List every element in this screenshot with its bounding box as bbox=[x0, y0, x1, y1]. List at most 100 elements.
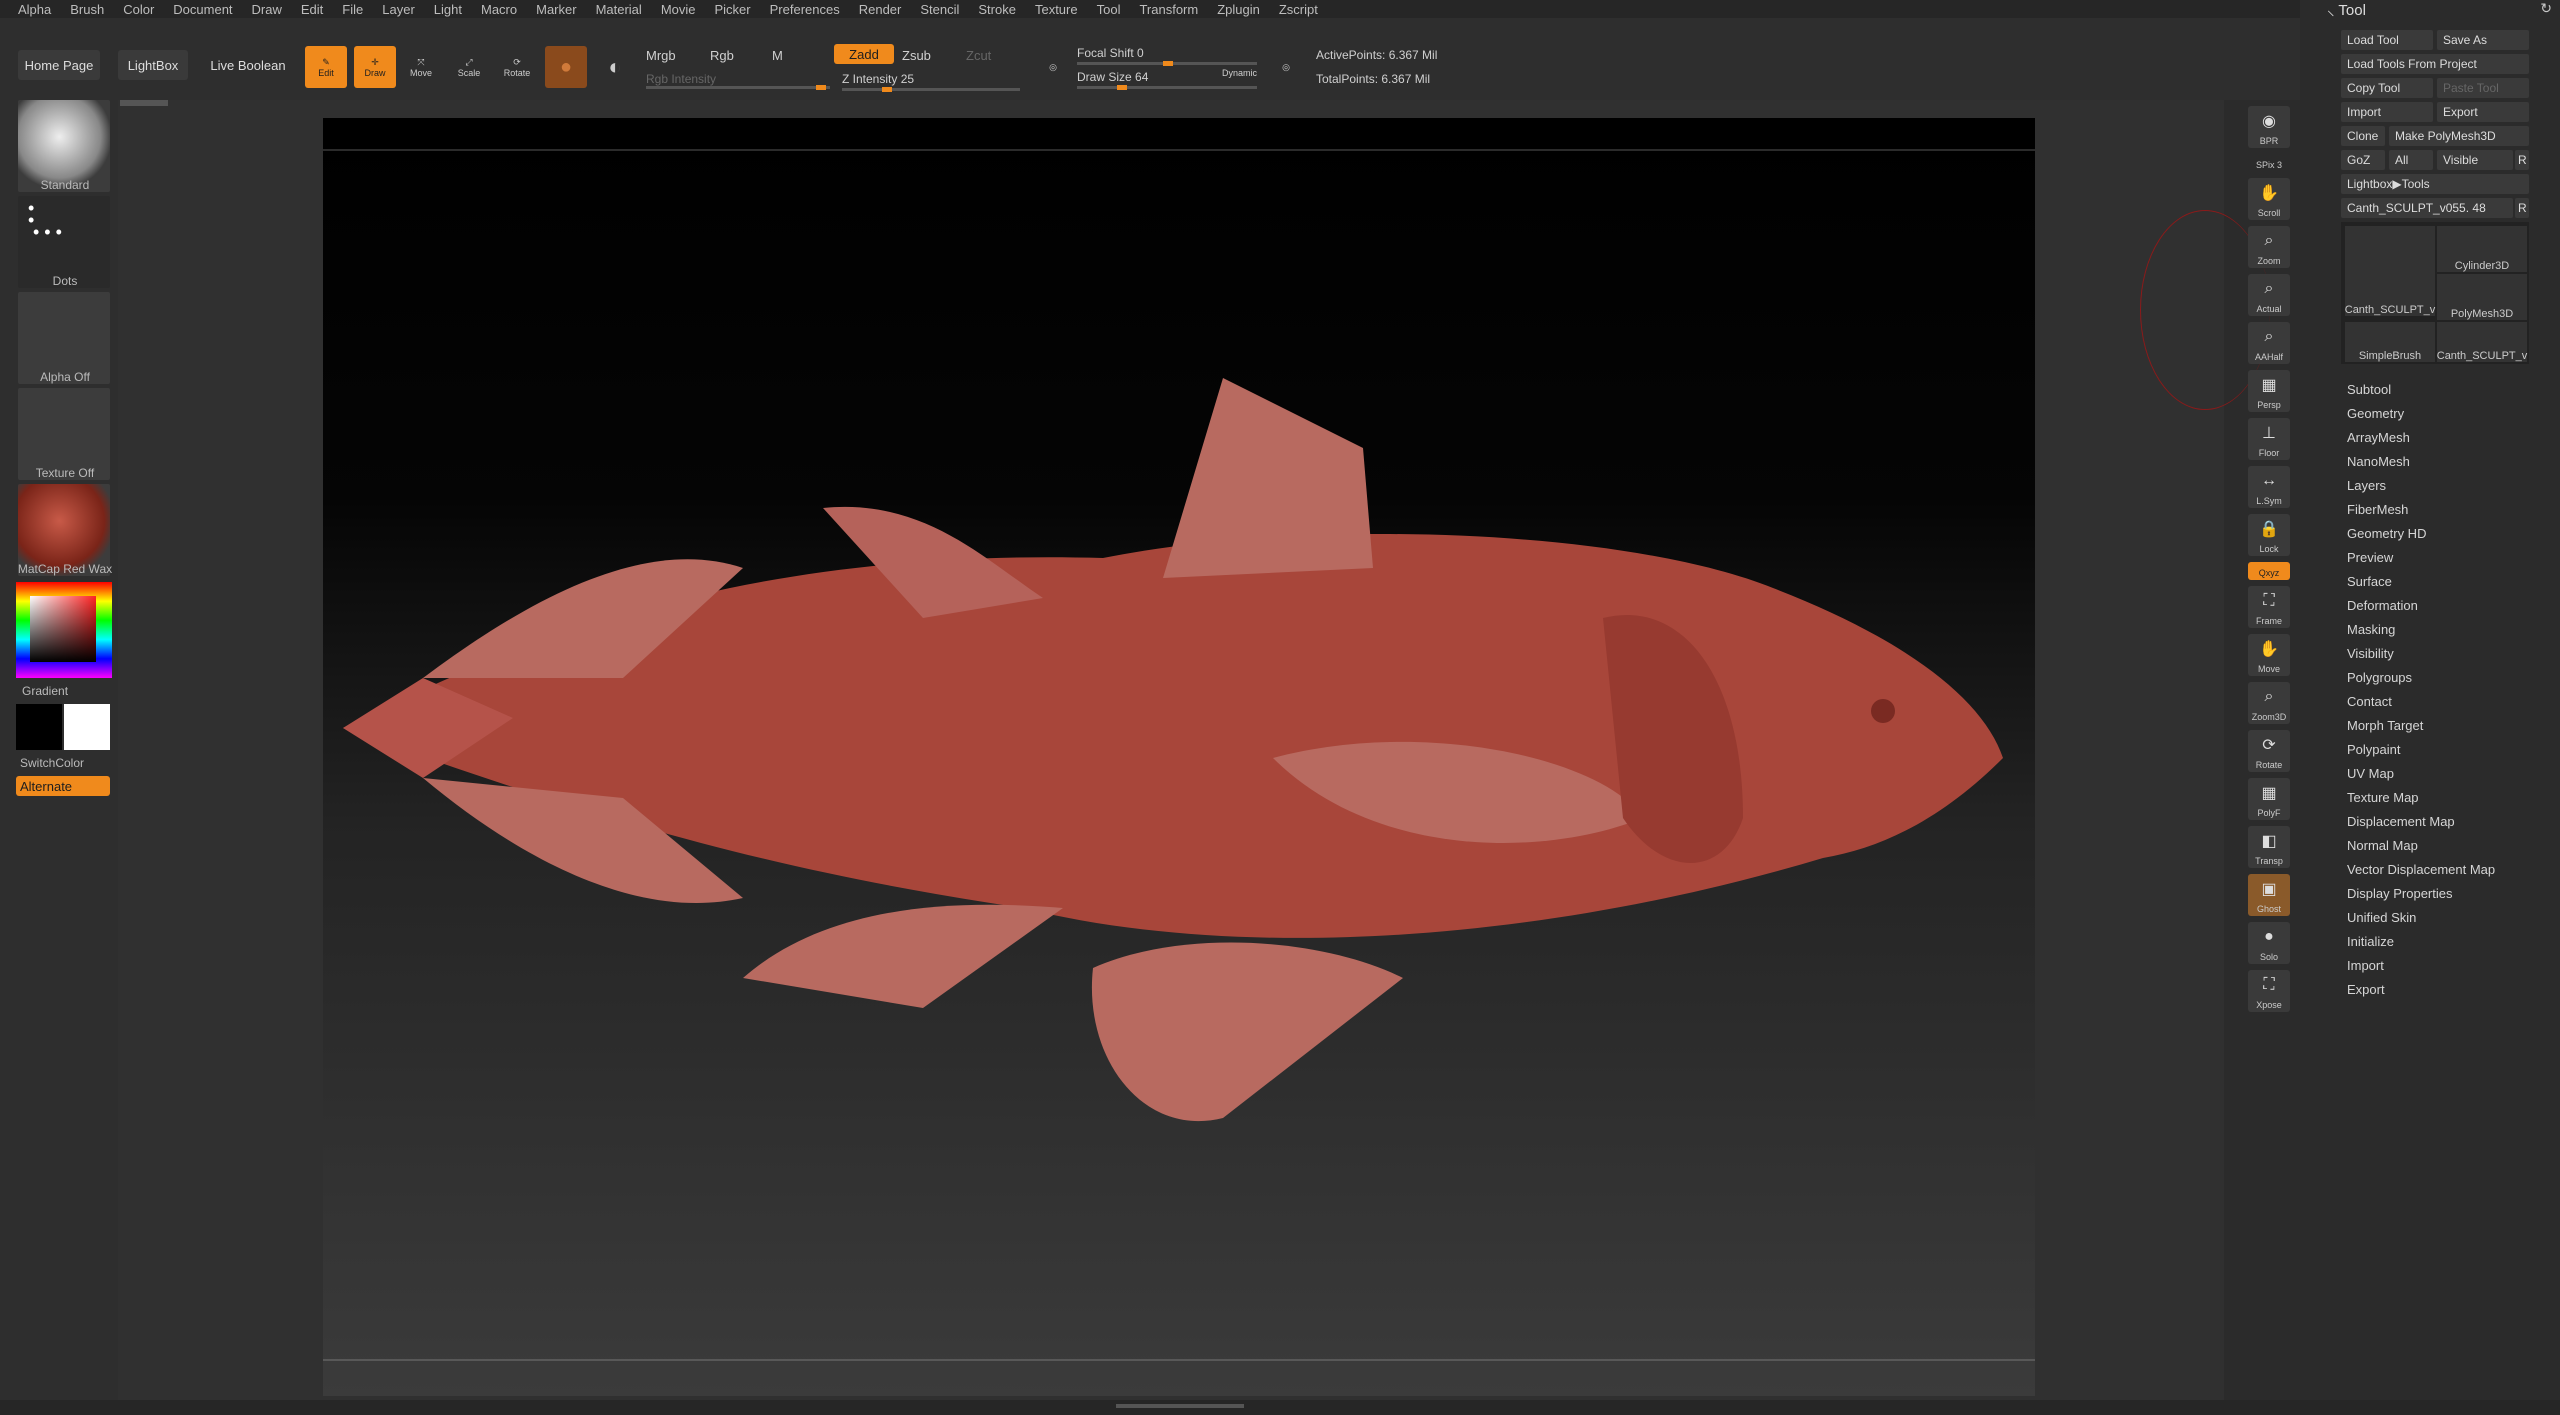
load-tool-button[interactable]: Load Tool bbox=[2341, 30, 2433, 50]
z-intensity-track[interactable] bbox=[842, 87, 1020, 92]
actual-button[interactable]: ⌕ Actual bbox=[2248, 274, 2290, 316]
tool-section-displacement-map[interactable]: Displacement Map bbox=[2347, 814, 2455, 829]
ghost-button[interactable]: ▣ Ghost bbox=[2248, 874, 2290, 916]
zoom3d-button[interactable]: ⌕ Zoom3D bbox=[2248, 682, 2290, 724]
tool-section-unified-skin[interactable]: Unified Skin bbox=[2347, 910, 2416, 925]
lightbox-tools-button[interactable]: Lightbox▶Tools bbox=[2341, 174, 2529, 194]
menu-item-material[interactable]: Material bbox=[596, 2, 642, 17]
tool-section-polypaint[interactable]: Polypaint bbox=[2347, 742, 2400, 757]
menu-item-document[interactable]: Document bbox=[173, 2, 232, 17]
zsub-button[interactable]: Zsub bbox=[902, 48, 931, 63]
tool-section-morph-target[interactable]: Morph Target bbox=[2347, 718, 2423, 733]
frame-button[interactable]: ⛶ Frame bbox=[2248, 586, 2290, 628]
l-sym-button[interactable]: ↔ L.Sym bbox=[2248, 466, 2290, 508]
menu-item-light[interactable]: Light bbox=[434, 2, 462, 17]
rgb-button[interactable]: Rgb bbox=[710, 48, 734, 63]
tool-section-subtool[interactable]: Subtool bbox=[2347, 382, 2391, 397]
tool-section-polygroups[interactable]: Polygroups bbox=[2347, 670, 2412, 685]
tool-thumbnail[interactable]: Cylinder3D bbox=[2437, 226, 2527, 272]
scroll-button[interactable]: ✋ Scroll bbox=[2248, 178, 2290, 220]
document-canvas[interactable] bbox=[323, 118, 2035, 1396]
zoom-button[interactable]: ⌕ Zoom bbox=[2248, 226, 2290, 268]
tool-section-layers[interactable]: Layers bbox=[2347, 478, 2386, 493]
tool-section-vector-displacement-map[interactable]: Vector Displacement Map bbox=[2347, 862, 2495, 877]
dynamic-toggle[interactable]: Dynamic bbox=[1222, 68, 1257, 78]
tool-thumbnail[interactable]: Canth_SCULPT_v bbox=[2345, 226, 2435, 316]
alternate-button[interactable]: Alternate bbox=[16, 776, 110, 796]
draw-size-track[interactable] bbox=[1077, 85, 1257, 90]
move-button[interactable]: ✋ Move bbox=[2248, 634, 2290, 676]
menu-item-alpha[interactable]: Alpha bbox=[18, 2, 51, 17]
make-polymesh-button[interactable]: Make PolyMesh3D bbox=[2389, 126, 2529, 146]
menu-item-macro[interactable]: Macro bbox=[481, 2, 517, 17]
export-button[interactable]: Export bbox=[2437, 102, 2529, 122]
current-tool-slider[interactable]: Canth_SCULPT_v055. 48 bbox=[2341, 198, 2513, 218]
goz-all-button[interactable]: All bbox=[2389, 150, 2433, 170]
menu-item-file[interactable]: File bbox=[342, 2, 363, 17]
transp-button[interactable]: ◧ Transp bbox=[2248, 826, 2290, 868]
stroke-sphere-button[interactable]: ◐ bbox=[594, 46, 636, 88]
tool-thumbnail[interactable]: PolyMesh3D bbox=[2437, 274, 2527, 320]
zadd-button[interactable]: Zadd bbox=[834, 44, 894, 64]
menu-item-tool[interactable]: Tool bbox=[1097, 2, 1121, 17]
goz-visible-button[interactable]: Visible bbox=[2437, 150, 2513, 170]
rotate-button[interactable]: ⟳ Rotate bbox=[2248, 730, 2290, 772]
tool-section-fibermesh[interactable]: FiberMesh bbox=[2347, 502, 2408, 517]
menu-item-movie[interactable]: Movie bbox=[661, 2, 696, 17]
scale-button[interactable]: ⤢ Scale bbox=[448, 46, 490, 88]
save-as-button[interactable]: Save As bbox=[2437, 30, 2529, 50]
paste-tool-button[interactable]: Paste Tool bbox=[2437, 78, 2529, 98]
focal-shift-track[interactable] bbox=[1077, 61, 1257, 66]
zcut-button[interactable]: Zcut bbox=[966, 48, 991, 63]
menu-item-texture[interactable]: Texture bbox=[1035, 2, 1078, 17]
tool-section-export[interactable]: Export bbox=[2347, 982, 2385, 997]
menu-item-edit[interactable]: Edit bbox=[301, 2, 323, 17]
rotate-button[interactable]: ⟳ Rotate bbox=[496, 46, 538, 88]
tool-section-geometry[interactable]: Geometry bbox=[2347, 406, 2404, 421]
aahalf-button[interactable]: ⌕ AAHalf bbox=[2248, 322, 2290, 364]
menu-item-marker[interactable]: Marker bbox=[536, 2, 576, 17]
rgb-intensity-track[interactable] bbox=[646, 85, 830, 90]
material-swatch-button[interactable]: ● bbox=[545, 46, 587, 88]
edit-button[interactable]: ✎ Edit bbox=[305, 46, 347, 88]
menu-item-render[interactable]: Render bbox=[859, 2, 902, 17]
mrgb-button[interactable]: Mrgb bbox=[646, 48, 676, 63]
tool-section-deformation[interactable]: Deformation bbox=[2347, 598, 2418, 613]
tool-section-nanomesh[interactable]: NanoMesh bbox=[2347, 454, 2410, 469]
import-button[interactable]: Import bbox=[2341, 102, 2433, 122]
color-picker[interactable] bbox=[16, 582, 112, 678]
secondary-color-swatch[interactable] bbox=[64, 704, 110, 750]
load-tools-from-project-button[interactable]: Load Tools From Project bbox=[2341, 54, 2529, 74]
rgb-intensity-slider[interactable]: Rgb Intensity bbox=[646, 72, 716, 86]
tool-section-normal-map[interactable]: Normal Map bbox=[2347, 838, 2418, 853]
menu-item-picker[interactable]: Picker bbox=[715, 2, 751, 17]
live-boolean-button[interactable]: Live Boolean bbox=[204, 50, 292, 80]
tool-thumbnail[interactable]: SimpleBrush bbox=[2345, 322, 2435, 362]
move-button[interactable]: ⤧ Move bbox=[400, 46, 442, 88]
tool-section-preview[interactable]: Preview bbox=[2347, 550, 2393, 565]
primary-color-swatch[interactable] bbox=[16, 704, 62, 750]
m-button[interactable]: M bbox=[772, 48, 783, 63]
menu-item-preferences[interactable]: Preferences bbox=[770, 2, 840, 17]
tool-section-texture-map[interactable]: Texture Map bbox=[2347, 790, 2419, 805]
tool-section-geometry-hd[interactable]: Geometry HD bbox=[2347, 526, 2426, 541]
menu-item-color[interactable]: Color bbox=[123, 2, 154, 17]
home-page-button[interactable]: Home Page bbox=[18, 50, 100, 80]
focal-shift-slider[interactable]: Focal Shift 0 bbox=[1077, 46, 1144, 60]
tool-section-arraymesh[interactable]: ArrayMesh bbox=[2347, 430, 2410, 445]
goz-button[interactable]: GoZ bbox=[2341, 150, 2385, 170]
tool-thumbnail[interactable]: Canth_SCULPT_v bbox=[2437, 322, 2527, 362]
bottom-shelf-handle[interactable] bbox=[1116, 1404, 1244, 1408]
tool-section-visibility[interactable]: Visibility bbox=[2347, 646, 2394, 661]
tool-section-masking[interactable]: Masking bbox=[2347, 622, 2395, 637]
horizontal-scrollbar[interactable] bbox=[120, 100, 168, 106]
menu-item-transform[interactable]: Transform bbox=[1139, 2, 1198, 17]
menu-item-zscript[interactable]: Zscript bbox=[1279, 2, 1318, 17]
menu-item-brush[interactable]: Brush bbox=[70, 2, 104, 17]
draw-size-lock-toggle[interactable]: ◎ bbox=[1265, 46, 1307, 88]
tool-section-display-properties[interactable]: Display Properties bbox=[2347, 886, 2453, 901]
menu-item-draw[interactable]: Draw bbox=[252, 2, 282, 17]
floor-button[interactable]: ⊥ Floor bbox=[2248, 418, 2290, 460]
bpr-button[interactable]: ◉ BPR bbox=[2248, 106, 2290, 148]
lock-button[interactable]: 🔒 Lock bbox=[2248, 514, 2290, 556]
